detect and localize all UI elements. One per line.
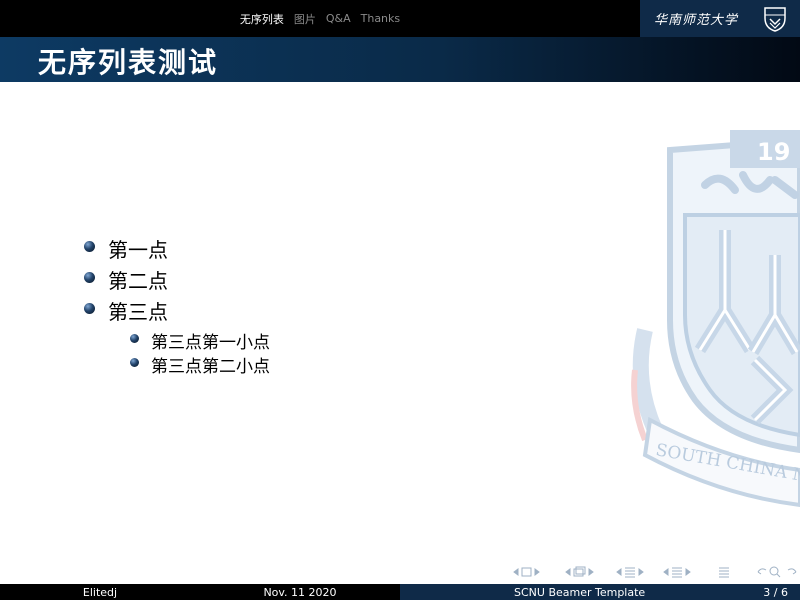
frame-title-bar: 无序列表测试	[0, 37, 800, 82]
footer-date: Nov. 11 2020	[200, 584, 400, 600]
list-item-label: 第二点	[108, 269, 168, 293]
nav-section-next-icon[interactable]	[638, 568, 644, 576]
nav-back-icon[interactable]	[757, 568, 767, 575]
section-nav: 无序列表 图片 Q&A Thanks	[0, 0, 640, 37]
nav-frame-prev-icon[interactable]	[513, 568, 519, 576]
nav-section-qa[interactable]: Q&A	[326, 12, 351, 25]
beamer-navigation-symbols	[513, 566, 797, 578]
nav-frame-icon[interactable]	[521, 567, 532, 577]
sub-list-item-label: 第三点第二小点	[151, 357, 270, 377]
list-item-label: 第三点	[108, 300, 168, 324]
university-logo: 华南师范大学	[640, 0, 800, 37]
frame-title: 无序列表测试	[38, 46, 219, 79]
small-ball-bullet-icon	[130, 334, 139, 343]
nav-document-icon[interactable]	[672, 567, 682, 578]
ball-bullet-icon	[84, 241, 95, 252]
footer-date-text: Nov. 11 2020	[263, 585, 337, 599]
university-crest-icon	[764, 6, 786, 32]
nav-appendix-icon[interactable]	[719, 567, 729, 578]
footer-title-text: SCNU Beamer Template	[514, 585, 646, 599]
nav-subsection-icon[interactable]	[573, 566, 586, 577]
ball-bullet-icon	[84, 272, 95, 283]
nav-frame-next-icon[interactable]	[534, 568, 540, 576]
nav-document-next-icon[interactable]	[685, 568, 691, 576]
small-ball-bullet-icon	[130, 358, 139, 367]
ball-bullet-icon	[84, 303, 95, 314]
section-navigation-bar: 无序列表 图片 Q&A Thanks 华南师范大学	[0, 0, 800, 37]
nav-section-unordered-list[interactable]: 无序列表	[240, 11, 284, 27]
footer-author-text: Elitedj	[82, 585, 118, 599]
nav-subsection-next-icon[interactable]	[588, 568, 594, 576]
nav-subsection-prev-icon[interactable]	[565, 568, 571, 576]
nav-search-icon[interactable]	[769, 566, 781, 578]
nav-section-thanks[interactable]: Thanks	[361, 12, 401, 25]
nav-section-images[interactable]: 图片	[294, 11, 316, 27]
footer-author: Elitedj	[0, 584, 200, 600]
list-item-label: 第一点	[108, 238, 168, 262]
footer-page-number: 3 / 6	[763, 585, 788, 599]
nav-section-prev-icon[interactable]	[616, 568, 622, 576]
nav-section-icon[interactable]	[625, 567, 635, 578]
footline: Elitedj Nov. 11 2020 SCNU Beamer Templat…	[0, 584, 800, 600]
nav-forward-icon[interactable]	[787, 568, 797, 575]
sub-list-item-label: 第三点第一小点	[151, 333, 270, 353]
university-name-logo-text: 华南师范大学	[654, 13, 739, 28]
seal-top-text: 19	[757, 138, 790, 166]
nav-document-prev-icon[interactable]	[663, 568, 669, 576]
footer-title: SCNU Beamer Template 3 / 6	[400, 584, 800, 600]
university-seal-watermark: 19 SOUTH CHINA NOR	[631, 130, 800, 508]
